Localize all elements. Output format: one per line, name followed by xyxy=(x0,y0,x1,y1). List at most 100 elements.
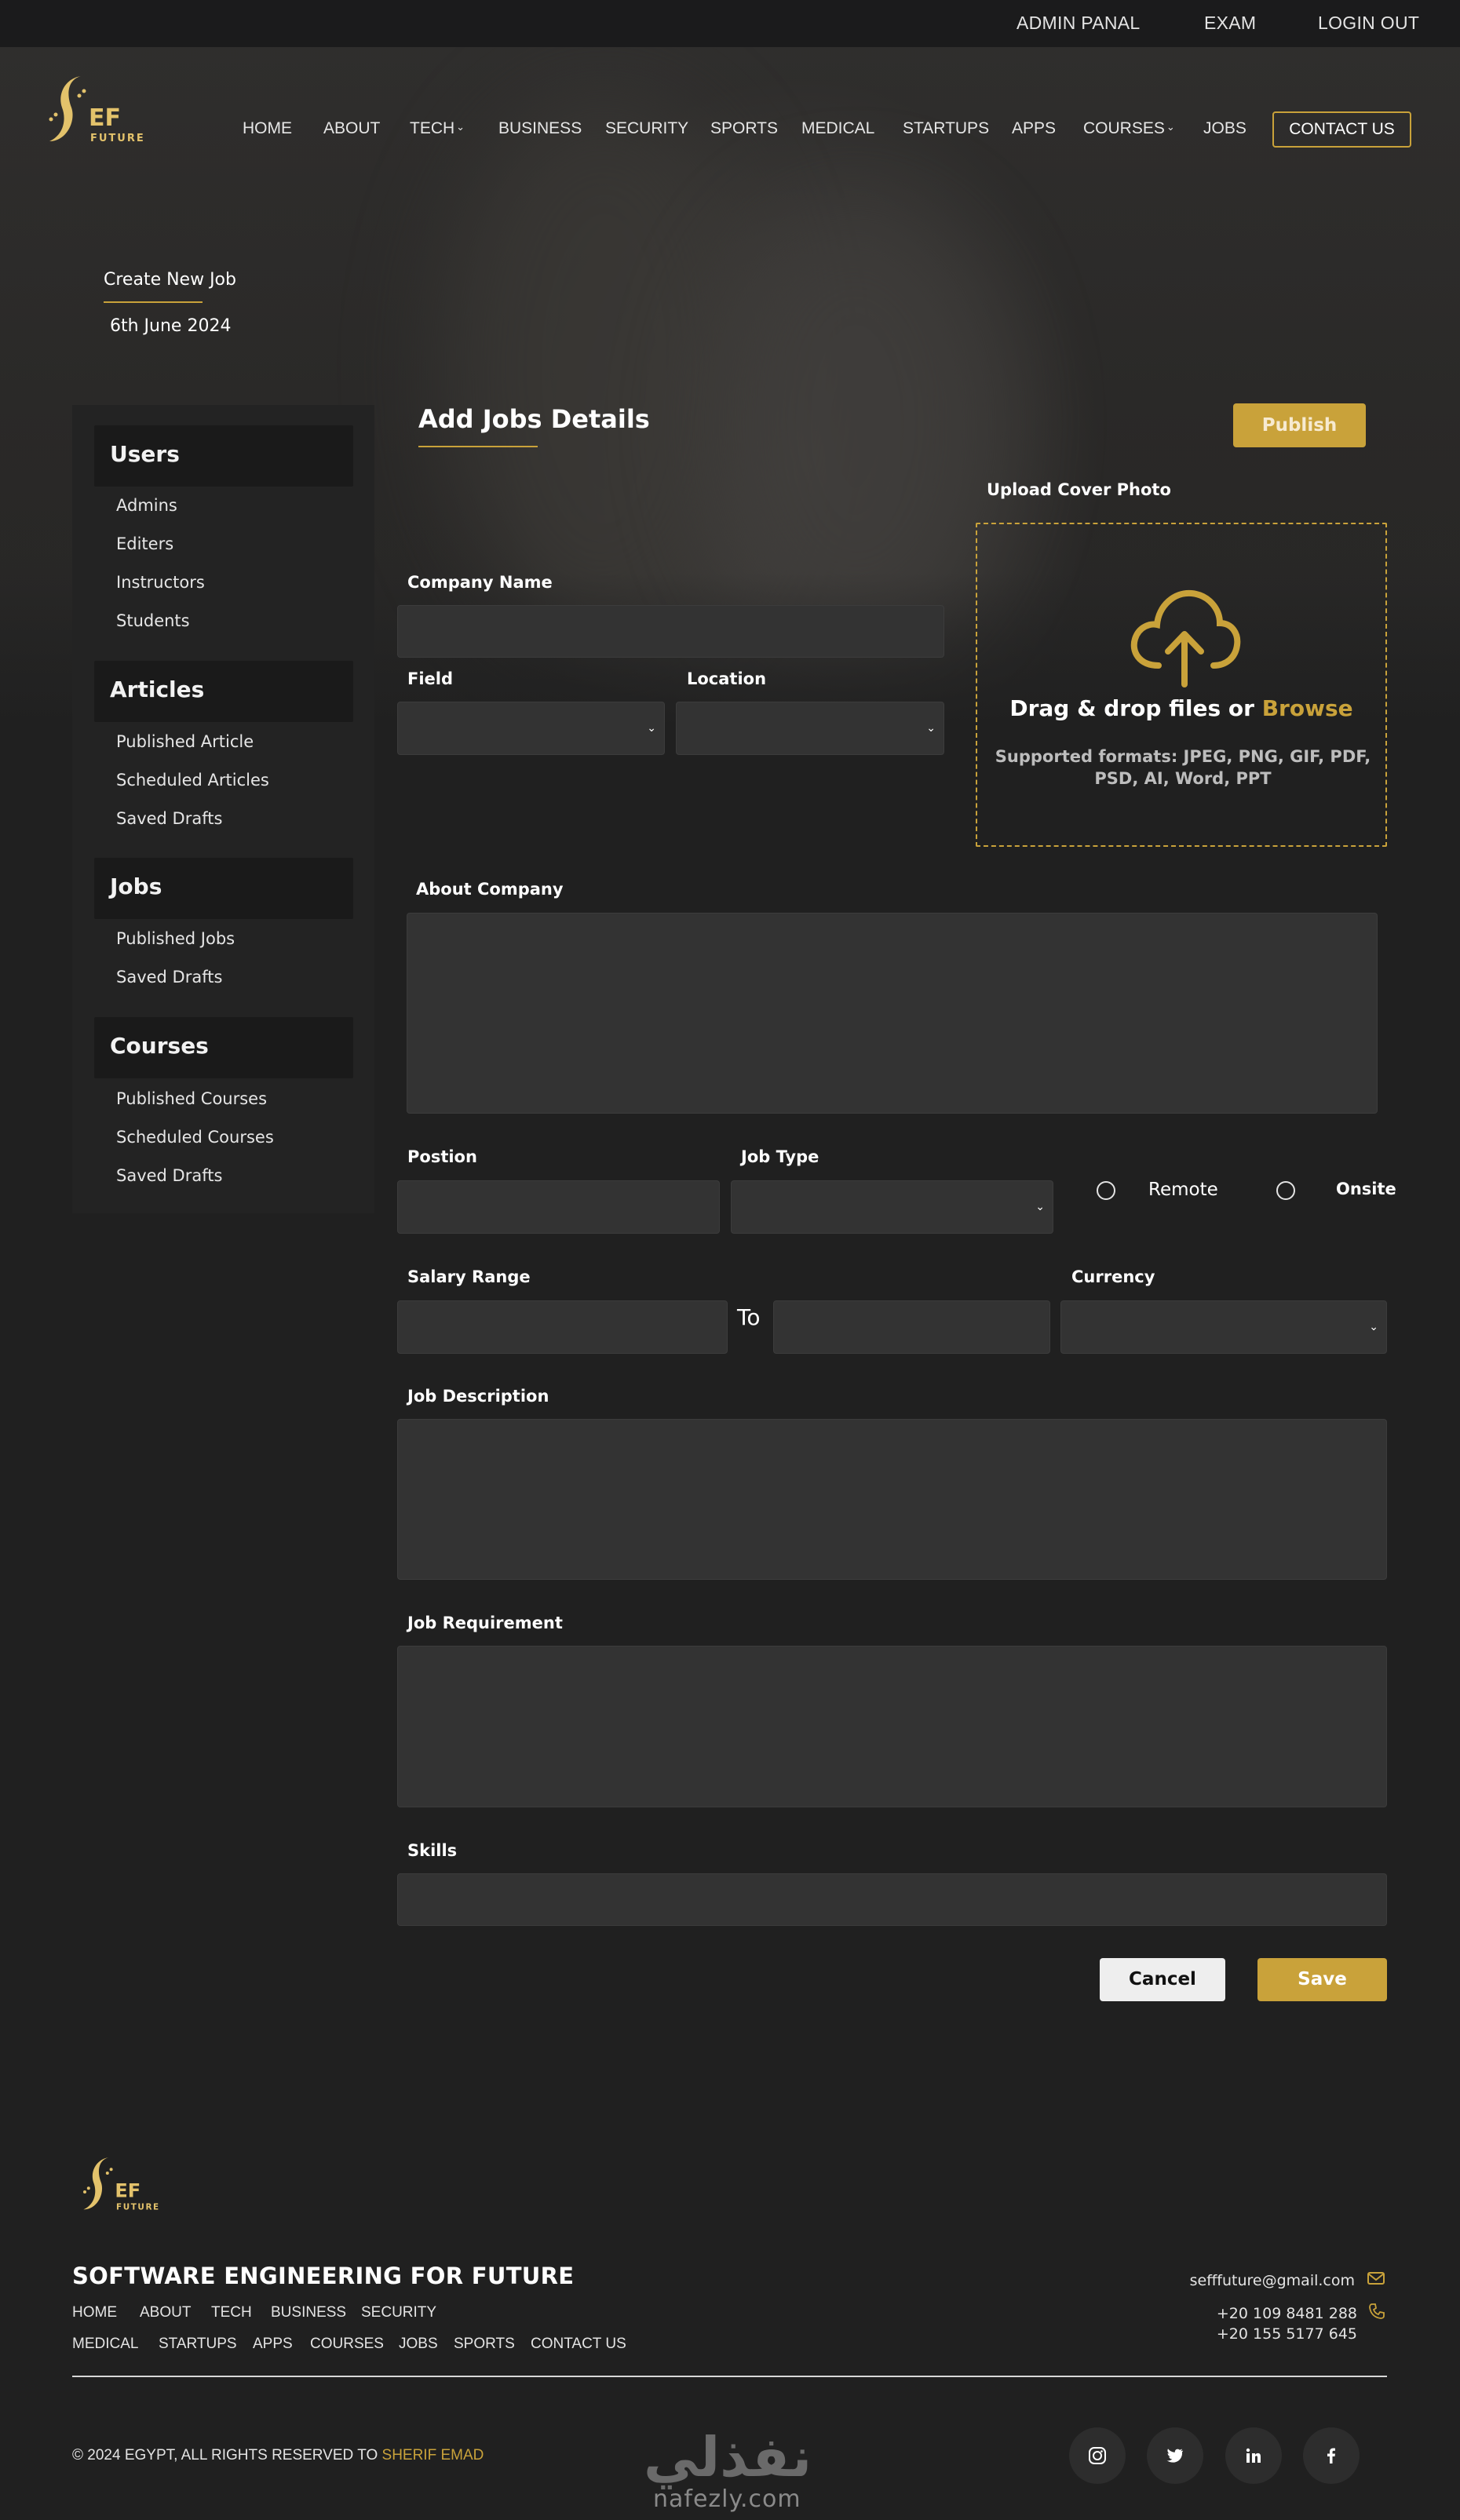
salary-range-label: Salary Range xyxy=(407,1267,531,1286)
footer-divider xyxy=(72,2376,1387,2377)
job-type-label: Job Type xyxy=(741,1147,819,1166)
company-name-label: Company Name xyxy=(407,573,553,592)
nav-sports[interactable]: SPORTS xyxy=(710,119,778,138)
footer-link-sports[interactable]: SPORTS xyxy=(454,2336,515,2353)
job-description-label: Job Description xyxy=(407,1387,549,1406)
skills-label: Skills xyxy=(407,1841,458,1860)
remote-label: Remote xyxy=(1148,1180,1218,1200)
publish-button[interactable]: Publish xyxy=(1233,403,1366,447)
logout-link[interactable]: LOGIN OUT xyxy=(1318,13,1419,34)
sidebar-item-scheduled-articles[interactable]: Scheduled Articles xyxy=(116,771,269,790)
nav-medical[interactable]: MEDICAL xyxy=(801,119,874,138)
cloud-upload-icon xyxy=(1130,589,1241,687)
footer-link-medical[interactable]: MEDICAL xyxy=(72,2336,138,2353)
sidebar-item-scheduled-courses[interactable]: Scheduled Courses xyxy=(116,1128,274,1147)
heading-underline xyxy=(418,446,538,447)
job-description-textarea[interactable] xyxy=(397,1419,1387,1580)
form-heading: Add Jobs Details xyxy=(418,404,650,434)
sidebar-item-instructors[interactable]: Instructors xyxy=(116,573,205,592)
sidebar-item-students[interactable]: Students xyxy=(116,611,190,630)
nav-jobs[interactable]: JOBS xyxy=(1203,119,1246,138)
supported-formats: Supported formats: JPEG, PNG, GIF, PDF, … xyxy=(995,747,1371,788)
footer-link-tech[interactable]: TECH xyxy=(211,2304,252,2321)
footer-email[interactable]: sefffuture@gmail.com xyxy=(1190,2272,1355,2289)
footer-logo[interactable]: EF FUTURE xyxy=(78,2154,166,2217)
exam-link[interactable]: EXAM xyxy=(1204,13,1256,34)
job-requirement-textarea[interactable] xyxy=(397,1646,1387,1807)
sidebar-item-published-article[interactable]: Published Article xyxy=(116,732,254,751)
linkedin-icon[interactable] xyxy=(1225,2427,1282,2484)
onsite-radio[interactable] xyxy=(1276,1181,1295,1200)
remote-radio[interactable] xyxy=(1097,1181,1115,1200)
footer-phone-1[interactable]: +20 109 8481 288 xyxy=(1217,2305,1357,2322)
currency-select[interactable]: ⌄ xyxy=(1060,1300,1387,1354)
copyright: © 2024 EGYPT, ALL RIGHTS RESERVED TO SHE… xyxy=(72,2447,484,2463)
footer-link-home[interactable]: HOME xyxy=(72,2304,117,2321)
currency-label: Currency xyxy=(1071,1267,1155,1286)
nav-security[interactable]: SECURITY xyxy=(605,119,688,138)
sidebar-group-articles[interactable]: Articles xyxy=(94,661,353,722)
nav-apps[interactable]: APPS xyxy=(1012,119,1056,138)
location-select[interactable]: ⌄ xyxy=(676,702,944,755)
save-button[interactable]: Save xyxy=(1257,1958,1387,2001)
footer-link-business[interactable]: BUSINESS xyxy=(271,2304,346,2321)
sidebar-item-published-courses[interactable]: Published Courses xyxy=(116,1089,267,1108)
sidebar-item-article-drafts[interactable]: Saved Drafts xyxy=(116,809,222,828)
about-company-textarea[interactable] xyxy=(407,913,1378,1114)
footer-link-startups[interactable]: STARTUPS xyxy=(159,2336,237,2353)
sidebar-item-course-drafts[interactable]: Saved Drafts xyxy=(116,1166,222,1185)
svg-text:EF: EF xyxy=(89,104,121,132)
author-link[interactable]: SHERIF EMAD xyxy=(382,2447,484,2463)
footer-link-apps[interactable]: APPS xyxy=(253,2336,293,2353)
sidebar-group-users[interactable]: Users xyxy=(94,425,353,487)
footer-link-about[interactable]: ABOUT xyxy=(140,2304,191,2321)
chevron-down-icon: ⌄ xyxy=(1035,1201,1045,1213)
chevron-down-icon: ⌄ xyxy=(456,121,465,133)
nav-startups[interactable]: STARTUPS xyxy=(903,119,989,138)
footer-title: SOFTWARE ENGINEERING FOR FUTURE xyxy=(72,2263,575,2289)
footer-phone-2[interactable]: +20 155 5177 645 xyxy=(1217,2325,1357,2343)
job-requirement-label: Job Requirement xyxy=(407,1614,563,1632)
footer-link-contact[interactable]: CONTACT US xyxy=(531,2336,626,2353)
nav-courses[interactable]: COURSES ⌄ xyxy=(1083,119,1175,138)
page-date: 6th June 2024 xyxy=(110,316,232,336)
nav-about[interactable]: ABOUT xyxy=(323,119,380,138)
salary-min-input[interactable] xyxy=(397,1300,728,1354)
upload-dropzone[interactable]: Drag & drop files or Browse Supported fo… xyxy=(976,523,1387,847)
nav-business[interactable]: BUSINESS xyxy=(498,119,582,138)
field-select[interactable]: ⌄ xyxy=(397,702,665,755)
salary-to-text: To xyxy=(737,1304,761,1330)
job-type-select[interactable]: ⌄ xyxy=(731,1180,1053,1234)
salary-max-input[interactable] xyxy=(773,1300,1050,1354)
chevron-down-icon: ⌄ xyxy=(1166,121,1175,133)
onsite-label: Onsite xyxy=(1336,1180,1396,1198)
cancel-button[interactable]: Cancel xyxy=(1100,1958,1225,2001)
chevron-down-icon: ⌄ xyxy=(926,722,936,735)
site-logo[interactable]: EF FUTURE xyxy=(43,72,153,151)
sidebar-item-job-drafts[interactable]: Saved Drafts xyxy=(116,968,222,986)
nav-tech[interactable]: TECH ⌄ xyxy=(410,119,465,138)
sidebar-group-courses[interactable]: Courses xyxy=(94,1017,353,1078)
svg-text:EF: EF xyxy=(115,2179,141,2201)
location-label: Location xyxy=(687,669,767,688)
footer-link-security[interactable]: SECURITY xyxy=(361,2304,436,2321)
contact-us-button[interactable]: CONTACT US xyxy=(1272,111,1411,148)
chevron-down-icon: ⌄ xyxy=(647,722,656,735)
footer-link-courses[interactable]: COURSES xyxy=(310,2336,384,2353)
skills-input[interactable] xyxy=(397,1873,1387,1926)
footer-link-jobs[interactable]: JOBS xyxy=(399,2336,438,2353)
phone-icon xyxy=(1368,2303,1385,2324)
admin-panel-link[interactable]: ADMIN PANAL xyxy=(1017,13,1141,34)
instagram-icon[interactable] xyxy=(1069,2427,1126,2484)
sidebar-item-admins[interactable]: Admins xyxy=(116,496,177,515)
facebook-icon[interactable] xyxy=(1303,2427,1360,2484)
sidebar-group-jobs[interactable]: Jobs xyxy=(94,858,353,919)
browse-link[interactable]: Browse xyxy=(1262,695,1353,721)
position-input[interactable] xyxy=(397,1180,720,1234)
nav-home[interactable]: HOME xyxy=(243,119,292,138)
sidebar-item-published-jobs[interactable]: Published Jobs xyxy=(116,929,235,948)
company-name-input[interactable] xyxy=(397,605,944,658)
sidebar-item-editers[interactable]: Editers xyxy=(116,534,173,553)
twitter-icon[interactable] xyxy=(1147,2427,1203,2484)
watermark-latin: nafezly.com xyxy=(653,2485,801,2513)
